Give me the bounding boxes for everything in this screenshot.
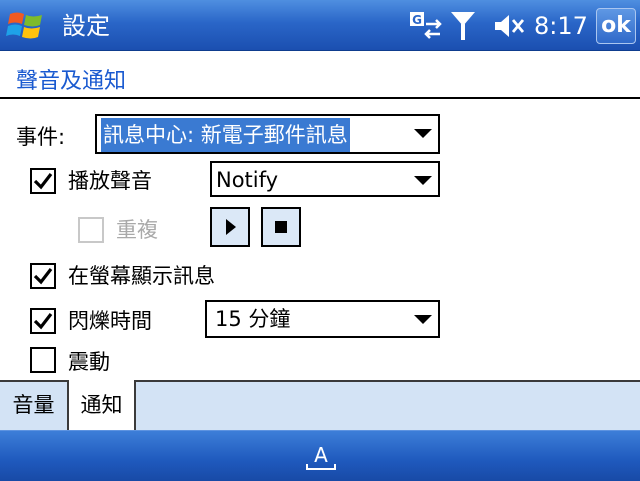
sound-select[interactable]: Notify [210,161,440,197]
page-title: 聲音及通知 [16,69,127,94]
chevron-down-icon[interactable] [414,315,432,324]
app-title: 設定 [62,12,110,40]
play-icon [226,219,236,235]
stop-icon [275,221,287,233]
tab-volume[interactable]: 音量 [0,380,67,430]
ok-button[interactable]: ok [596,8,636,44]
repeat-checkbox[interactable] [78,217,104,243]
flash-duration-select[interactable]: 15 分鐘 [205,300,440,338]
chevron-down-icon[interactable] [414,129,432,138]
checkmark-icon [33,313,53,330]
repeat-label: 重複 [116,218,158,242]
signal-strength-icon[interactable] [449,10,477,42]
clock[interactable]: 8:17 [534,10,588,42]
event-label: 事件: [16,125,66,149]
display-message-checkbox[interactable] [30,263,56,289]
event-select[interactable]: 訊息中心: 新電子郵件訊息 [95,114,440,154]
svg-text:G: G [412,13,422,27]
play-sound-checkbox[interactable] [30,168,56,194]
chevron-down-icon[interactable] [414,176,432,185]
flash-label: 閃爍時間 [68,309,152,333]
play-button[interactable] [210,207,250,247]
volume-mute-icon[interactable] [493,12,525,40]
vibrate-label: 震動 [68,350,110,374]
windows-start-icon[interactable] [6,8,46,42]
checkmark-icon [33,173,53,190]
section-divider [0,97,640,99]
stop-button[interactable] [261,207,301,247]
tab-strip: 音量 通知 [0,380,640,430]
event-select-value: 訊息中心: 新電子郵件訊息 [101,118,350,152]
play-sound-label: 播放聲音 [68,169,152,193]
sound-select-value: Notify [216,168,279,192]
checkmark-icon [33,268,53,285]
connectivity-icon[interactable]: G [408,10,444,42]
tab-notifications[interactable]: 通知 [67,380,136,430]
keyboard-letter: A [314,443,328,467]
display-message-label: 在螢幕顯示訊息 [68,264,215,288]
flash-checkbox[interactable] [30,308,56,334]
keyboard-input-icon[interactable]: A [303,442,339,472]
flash-duration-value: 15 分鐘 [215,307,291,331]
vibrate-checkbox[interactable] [30,347,56,373]
title-bar: 設定 G 8:17 ok [0,0,640,51]
